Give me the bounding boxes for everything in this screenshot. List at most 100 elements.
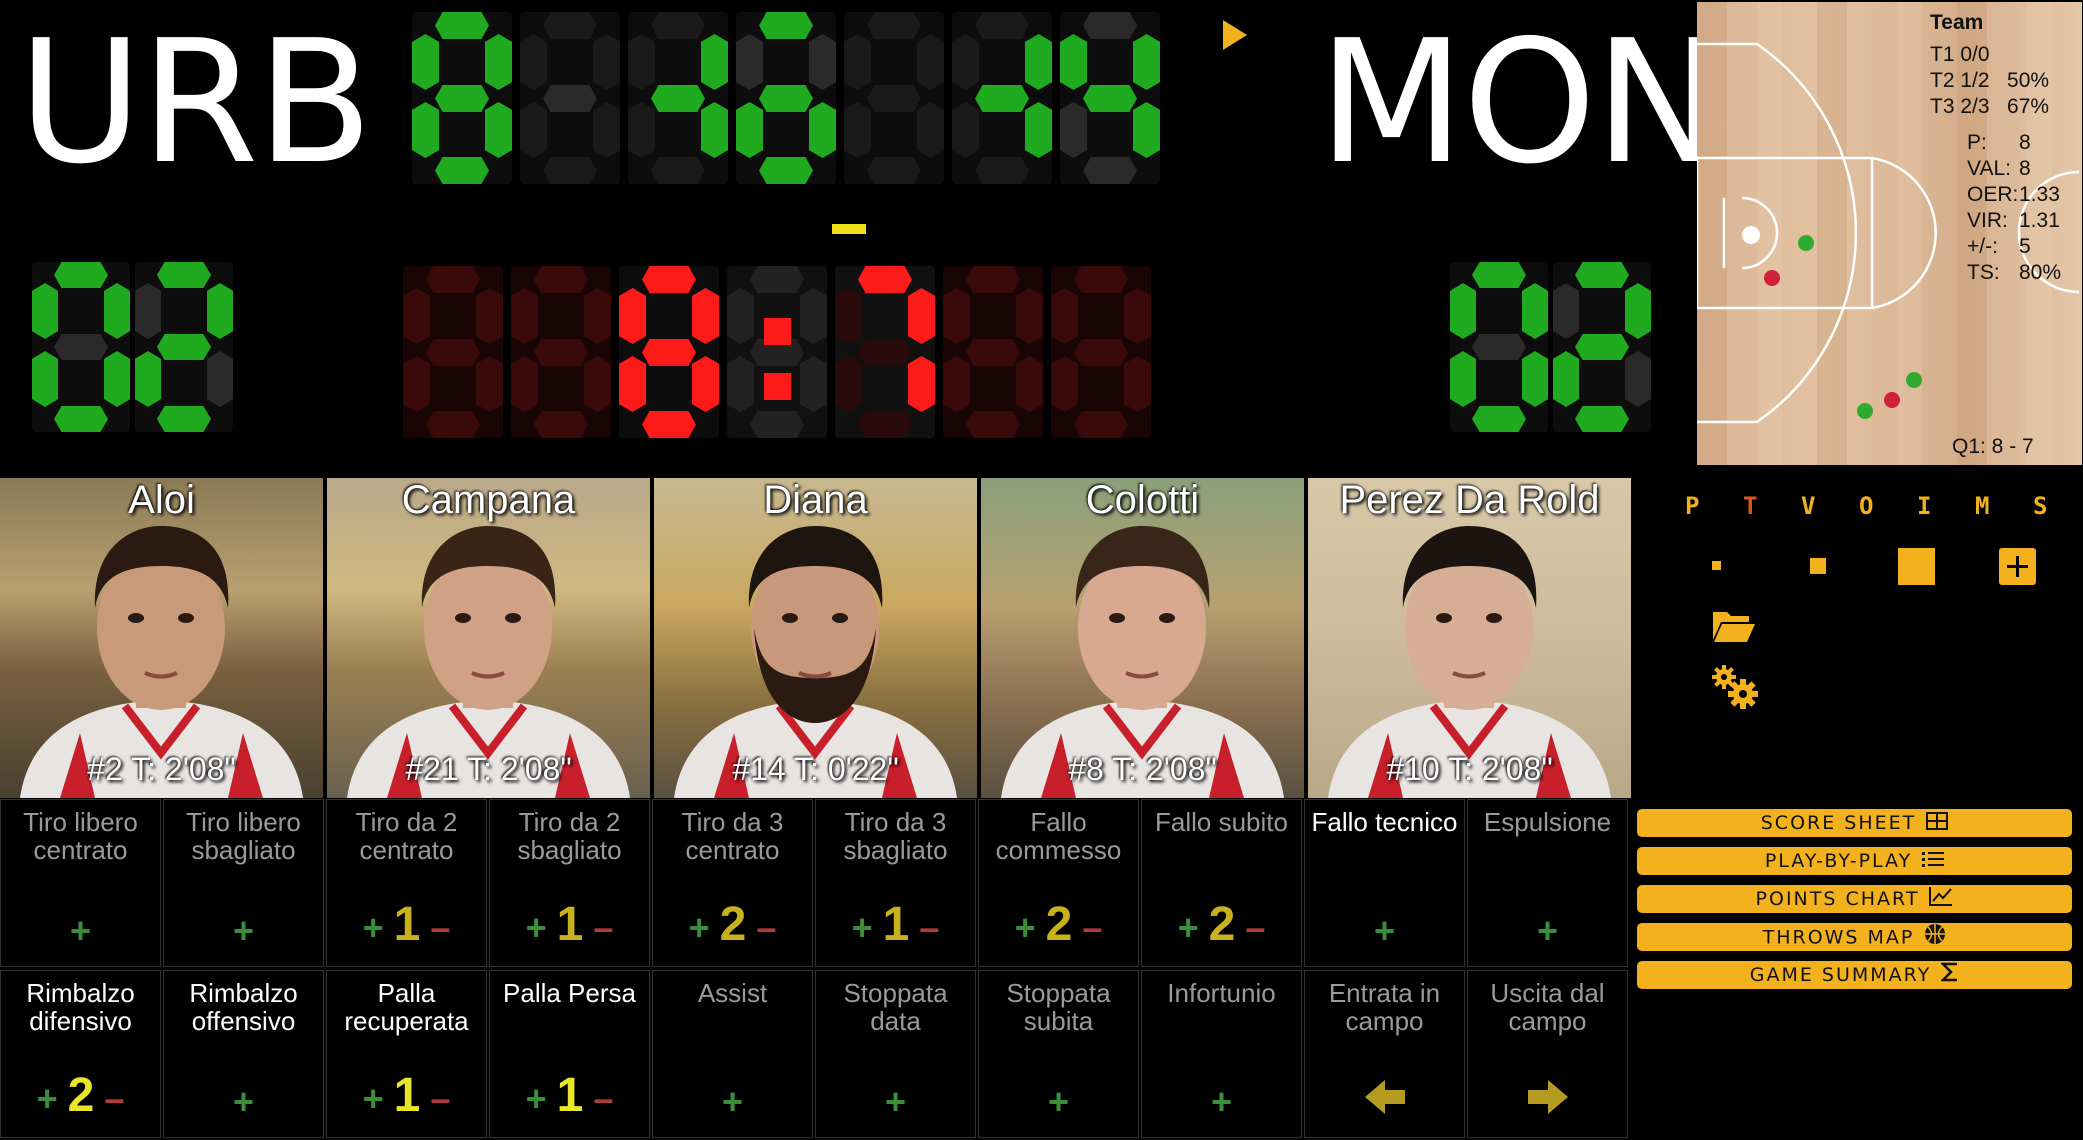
shot-map-panel[interactable]: Team T1 0/0 T2 1/2 50% T3 2/3 67% P: 8 VAL…: [1697, 2, 2082, 465]
stat-cell[interactable]: Palla Persa +1–: [489, 970, 650, 1138]
metric-label: TS:: [1967, 261, 2000, 284]
player-card[interactable]: Colotti #8 T: 2'08": [981, 478, 1304, 798]
settings-gears-icon[interactable]: [1711, 664, 1759, 710]
stat-label: Uscita dal campo: [1490, 978, 1605, 1036]
player-photo: [1328, 526, 1611, 798]
triangle-right-icon[interactable]: [1223, 20, 1247, 50]
stat-cell[interactable]: Tiro libero centrato +: [0, 799, 161, 967]
stat-cell[interactable]: Stoppata subita +: [978, 970, 1139, 1138]
stat-cell[interactable]: Uscita dal campo: [1467, 970, 1628, 1138]
clock-digit: [1051, 266, 1151, 438]
menu-button[interactable]: POINTS CHART: [1637, 885, 2072, 913]
decrement-button[interactable]: –: [430, 907, 450, 948]
stat-value: 2: [719, 898, 747, 951]
font-size-medium-button[interactable]: [1810, 558, 1826, 574]
increment-button[interactable]: +: [1178, 907, 1199, 948]
player-card[interactable]: Diana #14 T: 0'22": [654, 478, 977, 798]
score-digit: [844, 12, 944, 184]
clock-digit: [727, 266, 827, 438]
increment-button[interactable]: +: [689, 907, 710, 948]
side-letter-button[interactable]: S: [2033, 492, 2047, 520]
player-card[interactable]: Campana #21 T: 2'08": [327, 478, 650, 798]
court-panel-title: Team: [1930, 11, 1984, 34]
decrement-button[interactable]: –: [1082, 907, 1102, 948]
decrement-button[interactable]: –: [593, 1078, 613, 1119]
side-letter-button[interactable]: O: [1859, 492, 1873, 520]
menu-button[interactable]: SCORE SHEET: [1637, 809, 2072, 837]
stat-cell[interactable]: Stoppata data +: [815, 970, 976, 1138]
increment-button[interactable]: +: [363, 1078, 384, 1119]
stat-cell[interactable]: Tiro da 3 centrato +2–: [652, 799, 813, 967]
increment-button[interactable]: +: [1211, 1081, 1232, 1122]
stat-cell[interactable]: Palla recuperata +1–: [326, 970, 487, 1138]
score-digit: [952, 12, 1052, 184]
stat-label: Stoppata subita: [1006, 978, 1111, 1036]
decrement-button[interactable]: –: [919, 907, 939, 948]
menu-button[interactable]: GAME SUMMARY: [1637, 961, 2072, 989]
menu-button[interactable]: THROWS MAP: [1637, 923, 2072, 951]
folder-icon[interactable]: [1711, 608, 1757, 644]
stat-cell[interactable]: Entrata in campo: [1304, 970, 1465, 1138]
decrement-button[interactable]: –: [430, 1078, 450, 1119]
stat-label: Stoppata data: [843, 978, 948, 1036]
stat-cell[interactable]: Rimbalzo difensivo +2–: [0, 970, 161, 1138]
increment-button[interactable]: +: [1537, 910, 1558, 951]
metric-value: 8: [2019, 157, 2031, 180]
increment-button[interactable]: +: [70, 910, 91, 951]
stat-cell[interactable]: Fallo subito +2–: [1141, 799, 1302, 967]
increment-button[interactable]: +: [1015, 907, 1036, 948]
decrement-button[interactable]: –: [1245, 907, 1265, 948]
increment-button[interactable]: +: [722, 1081, 743, 1122]
metric-label: +/-:: [1967, 235, 1998, 258]
increment-button[interactable]: +: [233, 910, 254, 951]
stat-label: Assist: [697, 978, 768, 1008]
stat-cell[interactable]: Infortunio +: [1141, 970, 1302, 1138]
stat-cell[interactable]: Tiro da 3 sbagliato +1–: [815, 799, 976, 967]
increment-button[interactable]: +: [1374, 910, 1395, 951]
increment-button[interactable]: +: [526, 907, 547, 948]
player-photo: [20, 526, 303, 798]
side-letter-button[interactable]: T: [1743, 492, 1757, 520]
decrement-button[interactable]: –: [104, 1078, 124, 1119]
player-card[interactable]: Aloi #2 T: 2'08": [0, 478, 323, 798]
stat-cell[interactable]: Tiro da 2 sbagliato +1–: [489, 799, 650, 967]
stat-cell[interactable]: Fallo commesso +2–: [978, 799, 1139, 967]
font-size-small-button[interactable]: [1712, 561, 1721, 570]
home-team-name: URB: [18, 4, 373, 202]
menu-button[interactable]: PLAY-BY-PLAY: [1637, 847, 2072, 875]
player-number-time: #8 T: 2'08": [1068, 751, 1217, 787]
increment-button[interactable]: +: [233, 1081, 254, 1122]
stat-cell[interactable]: Tiro libero sbagliato +: [163, 799, 324, 967]
increment-button[interactable]: +: [852, 907, 873, 948]
increment-button[interactable]: +: [526, 1078, 547, 1119]
decrement-button[interactable]: –: [756, 907, 776, 948]
side-letter-button[interactable]: P: [1685, 492, 1699, 520]
arrow-left-icon[interactable]: [1364, 1080, 1405, 1114]
stat-cell[interactable]: Assist +: [652, 970, 813, 1138]
stat-value: 2: [67, 1069, 95, 1122]
stat-label: Tiro libero centrato: [23, 807, 138, 865]
stat-value: 2: [1208, 898, 1236, 951]
increment-button[interactable]: +: [363, 907, 384, 948]
clock-digit: [619, 266, 719, 438]
stat-cell[interactable]: Tiro da 2 centrato +1–: [326, 799, 487, 967]
increment-button[interactable]: +: [1048, 1081, 1069, 1122]
arrow-right-icon[interactable]: [1527, 1080, 1568, 1114]
side-letter-button[interactable]: V: [1801, 492, 1815, 520]
increment-button[interactable]: +: [885, 1081, 906, 1122]
clock-digit: [835, 266, 935, 438]
stat-cell[interactable]: Fallo tecnico +: [1304, 799, 1465, 967]
increment-button[interactable]: +: [37, 1078, 58, 1119]
player-card[interactable]: Perez Da Rold #10 T: 2'08": [1308, 478, 1631, 798]
side-letter-button[interactable]: M: [1975, 492, 1989, 520]
decrement-button[interactable]: –: [593, 907, 613, 948]
font-size-large-button[interactable]: [1898, 548, 1935, 585]
side-letter-button[interactable]: I: [1917, 492, 1931, 520]
stat-value: 1: [882, 898, 910, 951]
stat-value: 1: [393, 898, 421, 951]
add-button[interactable]: [1999, 548, 2036, 585]
stat-cell[interactable]: Espulsione +: [1467, 799, 1628, 967]
menu-button-label: THROWS MAP: [1762, 926, 1915, 949]
stat-label: Fallo subito: [1155, 807, 1288, 837]
stat-cell[interactable]: Rimbalzo offensivo +: [163, 970, 324, 1138]
